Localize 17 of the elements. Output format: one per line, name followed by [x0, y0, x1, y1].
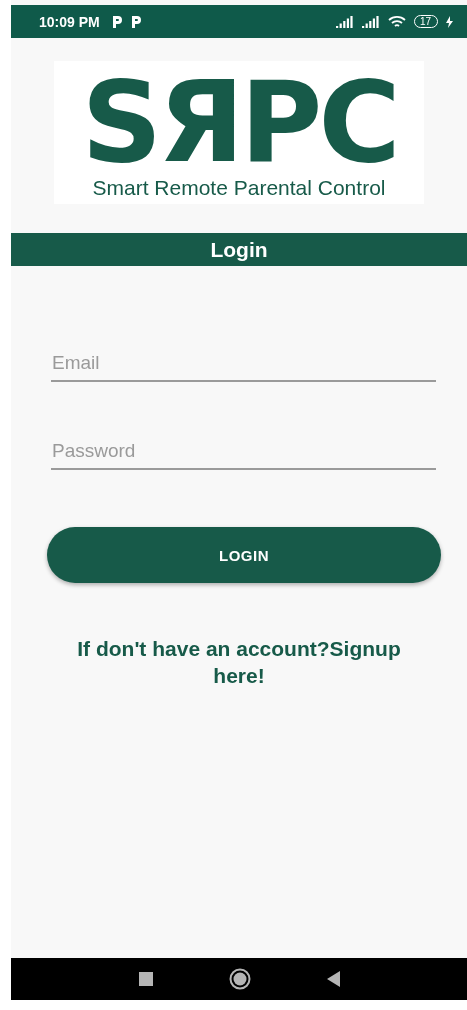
home-icon[interactable]: [228, 968, 251, 990]
signal-icon: [361, 15, 380, 28]
logo-mark: SЯPC: [81, 72, 397, 172]
notification-icon: [111, 15, 123, 28]
input-field[interactable]: Email: [51, 348, 436, 382]
signal-icon: [335, 15, 354, 28]
status-time: 10:09 PM: [39, 13, 100, 30]
signup-link[interactable]: If don't have an account?Signup here!: [49, 635, 429, 689]
input-field[interactable]: Password: [51, 436, 436, 470]
wifi-icon: [387, 14, 406, 29]
notification-icon: [130, 15, 142, 28]
recents-icon[interactable]: [138, 972, 153, 986]
page-title: Login: [11, 233, 467, 266]
charging-icon: [446, 15, 453, 28]
login-button[interactable]: LOGIN: [47, 527, 441, 583]
logo-tagline: Smart Remote Parental Control: [92, 176, 386, 200]
back-icon[interactable]: [326, 971, 340, 987]
